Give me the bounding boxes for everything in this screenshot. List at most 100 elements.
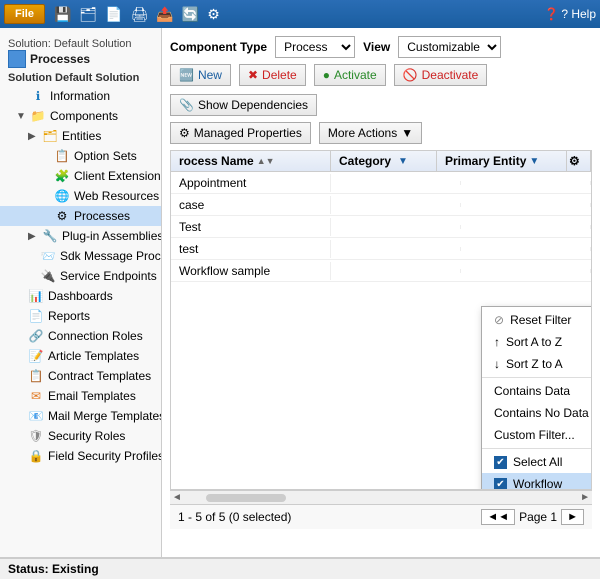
expand-arrow: ▼ [16,111,26,122]
sidebar-item-client-extensions[interactable]: 🧩 Client Extensions [0,166,161,186]
toolbar-row3: ⚙ Managed Properties More Actions ▼ [170,122,592,144]
component-type-select[interactable]: Process [275,36,355,58]
col-header-category[interactable]: Category ▼ [331,151,437,171]
sidebar-item-plugin-assemblies[interactable]: ▶ 🔧 Plug-in Assemblies [0,226,161,246]
filter-menu: ⊘ Reset Filter ↑ Sort A to Z ↓ Sort Z to… [482,307,592,490]
table-row[interactable]: Workflow sample [171,260,591,282]
category-filter-icon[interactable]: ▼ [398,156,408,167]
workflow-checkbox[interactable]: ✔ [494,478,507,491]
filter-contains-no-data[interactable]: Contains No Data [482,402,592,424]
table-row[interactable]: Test [171,216,591,238]
security-icon: 🛡 [28,428,44,444]
pagination: 1 - 5 of 5 (0 selected) ◄◄ Page 1 ► [170,504,592,529]
top-bar: File 💾 🗂 📄 🖨 📤 🔄 ⚙ ❓ ? Help [0,0,600,28]
settings-icon[interactable]: ⚙ [204,4,223,25]
status-bar: Status: Existing [0,557,600,579]
sort-za-icon: ↓ [494,357,500,371]
sidebar-item-reports[interactable]: 📄 Reports [0,306,161,326]
sidebar-item-connection-roles[interactable]: 🔗 Connection Roles [0,326,161,346]
first-page-button[interactable]: ◄◄ [481,509,515,525]
table-row[interactable]: case [171,194,591,216]
sidebar-item-service-endpoints[interactable]: 🔌 Service Endpoints [0,266,161,286]
solution-icon [8,50,26,68]
sidebar-section-header: Solution Default Solution [0,70,161,86]
sidebar-item-entities[interactable]: ▶ 🗂 Entities [0,126,161,146]
filter-sort-az[interactable]: ↑ Sort A to Z [482,331,592,353]
view-label: View [363,40,390,54]
delete-button[interactable]: ✖ Delete [239,64,306,86]
endpoints-icon: 🔌 [40,268,56,284]
filter-reset[interactable]: ⊘ Reset Filter [482,309,592,331]
toolbar-row2: 🆕 New ✖ Delete ● Activate 🚫 Deactivate 📎… [170,64,592,116]
view-select[interactable]: Customizable [398,36,501,58]
entity-filter-icon[interactable]: ▼ [529,156,539,167]
email-icon: ✉ [28,388,44,404]
managed-properties-button[interactable]: ⚙ Managed Properties [170,122,311,144]
sidebar-item-field-security[interactable]: 🔒 Field Security Profiles [0,446,161,466]
save-icon[interactable]: 💾 [51,4,74,25]
solution-name: Processes [8,50,153,68]
refresh-icon[interactable]: 🔄 [179,4,202,25]
mail-merge-icon: 📧 [28,408,44,424]
table-row[interactable]: Appointment [171,172,591,194]
components-icon: 📁 [30,108,46,124]
sidebar-item-mail-merge[interactable]: 📧 Mail Merge Templates [0,406,161,426]
new-icon[interactable]: 📄 [102,4,125,25]
sidebar-item-components[interactable]: ▼ 📁 Components [0,106,161,126]
col-header-entity[interactable]: Primary Entity ▼ [437,151,567,171]
filter-select-all[interactable]: ✔ Select All [482,451,592,473]
deactivate-icon: 🚫 [403,68,418,82]
sidebar-item-article-templates[interactable]: 📝 Article Templates [0,346,161,366]
sort-az-icon: ↑ [494,335,500,349]
new-button[interactable]: 🆕 New [170,64,231,86]
save-close-icon[interactable]: 🗂 [76,4,100,25]
expand-arrow: ▶ [28,131,38,142]
reports-icon: 📄 [28,308,44,324]
plugin-icon: 🔧 [42,228,58,244]
processes-grid: rocess Name ▲▼ Category ▼ Primary Entity… [170,150,592,490]
sidebar-item-option-sets[interactable]: 📋 Option Sets [0,146,161,166]
filter-custom[interactable]: Custom Filter... [482,424,592,446]
reset-icon: ⊘ [494,313,504,327]
sidebar: Solution: Default Solution Processes Sol… [0,28,162,557]
show-dependencies-button[interactable]: 📎 Show Dependencies [170,94,317,116]
col-settings[interactable]: ⚙ [567,151,591,171]
next-page-button[interactable]: ► [561,509,584,525]
processes-icon: ⚙ [54,208,70,224]
table-row[interactable]: test [171,238,591,260]
sidebar-item-email-templates[interactable]: ✉ Email Templates [0,386,161,406]
sidebar-item-processes[interactable]: ⚙ Processes [0,206,161,226]
filter-separator2 [482,448,592,449]
sidebar-item-security-roles[interactable]: 🛡 Security Roles [0,426,161,446]
filter-workflow[interactable]: ✔ Workflow [482,473,592,490]
deactivate-button[interactable]: 🚫 Deactivate [394,64,488,86]
sidebar-item-web-resources[interactable]: 🌐 Web Resources [0,186,161,206]
sidebar-item-sdk-message[interactable]: 📨 Sdk Message Processing S... [0,246,161,266]
select-all-checkbox[interactable]: ✔ [494,456,507,469]
sidebar-item-dashboards[interactable]: 📊 Dashboards [0,286,161,306]
more-actions-button[interactable]: More Actions ▼ [319,122,422,144]
sidebar-item-information[interactable]: ℹ Information [0,86,161,106]
col-header-name[interactable]: rocess Name ▲▼ [171,151,331,171]
scroll-left-arrow[interactable]: ◄ [172,492,182,503]
filter-sort-za[interactable]: ↓ Sort Z to A [482,353,592,375]
connection-icon: 🔗 [28,328,44,344]
send-icon[interactable]: 📤 [153,4,176,25]
web-resources-icon: 🌐 [54,188,70,204]
client-ext-icon: 🧩 [54,168,70,184]
file-button[interactable]: File [4,4,45,24]
horizontal-scrollbar[interactable]: ◄ ► [170,490,592,504]
sidebar-item-contract-templates[interactable]: 📋 Contract Templates [0,366,161,386]
delete-icon: ✖ [248,68,258,82]
help-button[interactable]: ❓ ? Help [544,7,596,21]
print-icon[interactable]: 🖨 [128,4,152,25]
activate-button[interactable]: ● Activate [314,64,386,86]
main-area: Solution: Default Solution Processes Sol… [0,28,600,557]
new-icon: 🆕 [179,68,194,82]
grid-settings-icon[interactable]: ⚙ [569,154,580,168]
expand-arrow: ▶ [28,231,38,242]
filter-contains-data[interactable]: Contains Data [482,380,592,402]
grid-body: Appointment case Test test [171,172,591,282]
scroll-right-arrow[interactable]: ► [580,492,590,503]
scroll-thumb[interactable] [206,494,286,502]
